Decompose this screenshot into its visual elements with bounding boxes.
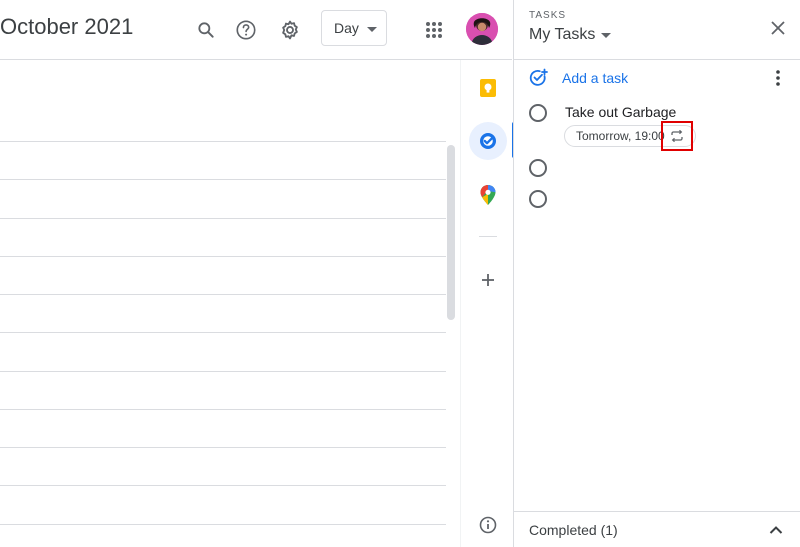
task-title[interactable]: Take out Garbage — [565, 104, 676, 120]
hour-line — [0, 409, 446, 410]
calendar-header: October 2021 Day — [0, 0, 512, 60]
panel-divider — [514, 59, 800, 60]
maps-pin-icon — [480, 185, 496, 205]
chevron-up-icon — [766, 520, 786, 540]
apps-button[interactable] — [416, 12, 452, 48]
repeat-highlight-box — [661, 121, 693, 151]
add-task-button[interactable]: Add a task — [528, 66, 628, 90]
task-complete-checkbox[interactable] — [529, 190, 547, 208]
task-complete-checkbox[interactable] — [529, 159, 547, 177]
plus-icon — [482, 274, 494, 286]
view-select[interactable]: Day — [321, 10, 387, 46]
hour-line — [0, 485, 446, 486]
add-task-icon — [529, 68, 548, 86]
repeat-icon — [671, 129, 683, 143]
close-button[interactable] — [766, 16, 790, 40]
caret-down-icon — [601, 32, 612, 38]
hour-line — [0, 447, 446, 448]
help-icon — [236, 20, 256, 40]
side-addon-rail — [460, 60, 515, 547]
tasks-button[interactable] — [469, 122, 507, 160]
help-button[interactable] — [228, 12, 264, 48]
task-complete-checkbox[interactable] — [529, 104, 547, 122]
scrollbar[interactable] — [447, 145, 455, 320]
completed-section-toggle[interactable]: Completed (1) — [514, 511, 800, 547]
hour-line — [0, 179, 446, 180]
keep-button[interactable] — [469, 69, 507, 107]
maps-button[interactable] — [469, 176, 507, 214]
hour-line — [0, 294, 446, 295]
gear-icon — [282, 20, 298, 40]
get-addons-button[interactable] — [469, 261, 507, 299]
settings-button[interactable] — [272, 12, 308, 48]
info-button[interactable] — [469, 506, 507, 544]
hour-line — [0, 524, 446, 525]
apps-grid-icon — [426, 22, 442, 38]
keep-icon — [480, 79, 496, 97]
caret-down-icon — [367, 27, 377, 32]
calendar-day-grid[interactable] — [0, 61, 460, 547]
avatar[interactable] — [466, 13, 498, 45]
user-avatar-image — [466, 13, 498, 45]
hour-line — [0, 256, 446, 257]
info-icon — [479, 516, 497, 534]
tasks-icon — [480, 133, 496, 149]
close-icon — [771, 21, 785, 35]
completed-label: Completed (1) — [529, 521, 618, 538]
more-options-button[interactable] — [768, 68, 788, 88]
rail-divider — [479, 236, 497, 237]
hour-line — [0, 332, 446, 333]
add-task-label: Add a task — [562, 70, 629, 86]
task-list-title: My Tasks — [529, 26, 596, 43]
tasks-panel: TASKS My Tasks Add a task Take out Garba… — [513, 0, 800, 547]
hour-line — [0, 371, 446, 372]
hour-line — [0, 218, 446, 219]
page-title: October 2021 — [0, 14, 134, 39]
panel-eyebrow: TASKS — [529, 10, 567, 21]
search-icon — [198, 22, 214, 38]
view-select-value: Day — [334, 20, 359, 36]
hour-line — [0, 141, 446, 142]
task-due-text: Tomorrow, 19:00 — [576, 129, 665, 143]
search-button[interactable] — [188, 12, 224, 48]
more-vert-icon — [776, 70, 780, 86]
task-list-selector[interactable]: My Tasks — [529, 26, 612, 44]
